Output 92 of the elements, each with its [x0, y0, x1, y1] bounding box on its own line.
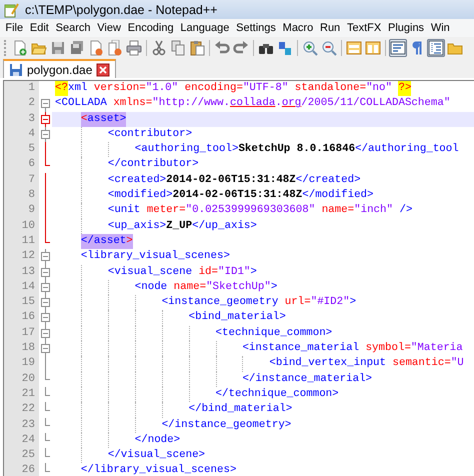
- line-number: 6: [4, 157, 39, 173]
- printer-icon[interactable]: [126, 40, 142, 56]
- code-line: <bind_material>: [52, 310, 474, 326]
- line-number: 13: [4, 264, 39, 280]
- line-number: 3: [4, 112, 39, 127]
- code-line: </instance_geometry>: [52, 418, 474, 433]
- code-line: <?xml version="1.0" encoding="UTF-8" standalone="no" ?>: [52, 81, 474, 96]
- code-line: </technique_common>: [52, 386, 474, 402]
- code-line: </asset>: [52, 234, 474, 250]
- line-number: 7: [4, 172, 39, 188]
- copy-icon[interactable]: [170, 40, 186, 56]
- code-line: <node name="SketchUp">: [52, 280, 474, 296]
- code-line: <bind_vertex_input semantic="U: [52, 356, 474, 372]
- split-window-icon[interactable]: [346, 40, 362, 56]
- file-tab[interactable]: polygon.dae: [3, 59, 116, 78]
- menu-item[interactable]: Win: [427, 22, 454, 34]
- window-title: c:\TEMP\polygon.dae - Notepad++: [25, 2, 218, 16]
- code-line: <instance_geometry url="#ID2">: [52, 295, 474, 310]
- line-number: 18: [4, 341, 39, 356]
- save-icon[interactable]: [50, 40, 66, 56]
- collapse-icon[interactable]: [41, 268, 50, 277]
- split-window-icon[interactable]: [365, 40, 381, 56]
- line-number: 26: [4, 463, 39, 476]
- menu-item[interactable]: View: [94, 22, 124, 34]
- menu-item[interactable]: Language: [177, 22, 233, 34]
- code-line: </bind_material>: [52, 402, 474, 418]
- code-line: <instance_material symbol="Materia: [52, 341, 474, 356]
- collapse-icon[interactable]: [41, 344, 50, 354]
- line-number: 20: [4, 372, 39, 387]
- code-line: </contributor>: [52, 157, 474, 173]
- menu-item[interactable]: Run: [316, 22, 344, 34]
- code-line: <contributor>: [52, 126, 474, 142]
- line-number: 16: [4, 310, 39, 326]
- line-number: 23: [4, 418, 39, 433]
- code-line: <technique_common>: [52, 326, 474, 342]
- line-number: 11: [4, 234, 39, 250]
- line-number: 10: [4, 218, 39, 234]
- line-number: 22: [4, 402, 39, 418]
- line-number: 21: [4, 386, 39, 402]
- save-all-icon[interactable]: [69, 40, 85, 56]
- code-line: </library_visual_scenes>: [80, 463, 238, 476]
- collapse-icon[interactable]: [41, 328, 50, 338]
- code-line: <created>2014-02-06T15:31:48Z</created>: [52, 172, 474, 188]
- line-number: 15: [4, 295, 39, 310]
- line-number: 2: [4, 96, 39, 112]
- collapse-icon[interactable]: [41, 130, 50, 139]
- line-number: 24: [4, 432, 39, 448]
- wrap-lines-icon[interactable]: [390, 40, 406, 56]
- line-number: 4: [4, 126, 39, 142]
- redo-icon[interactable]: [233, 40, 249, 56]
- code-line: </visual_scene>: [52, 448, 474, 464]
- line-number: 5: [4, 142, 39, 158]
- indent-guide-icon[interactable]: [428, 40, 444, 56]
- menu-item[interactable]: TextFX: [344, 22, 385, 34]
- menu-item[interactable]: Edit: [26, 22, 52, 34]
- line-number: 1: [4, 81, 39, 96]
- replace-icon[interactable]: [277, 40, 293, 56]
- line-number: 8: [4, 188, 39, 204]
- line-number: 14: [4, 280, 39, 296]
- close-icon[interactable]: [95, 62, 112, 78]
- line-number: 19: [4, 356, 39, 372]
- code-line: </instance_material>: [52, 372, 474, 387]
- menu-item[interactable]: Settings: [232, 22, 280, 34]
- menu-item[interactable]: Plugins: [384, 22, 428, 34]
- zoom-in-icon[interactable]: [302, 40, 318, 56]
- code-line: </node>: [52, 432, 474, 448]
- collapse-icon[interactable]: [41, 114, 50, 124]
- code-line: <unit meter="0.0253999969303608" name="inch" />: [52, 203, 474, 219]
- collapse-icon[interactable]: [41, 252, 50, 262]
- collapse-icon[interactable]: [41, 313, 50, 322]
- code-line: <modified>2014-02-06T15:31:48Z</modified>: [52, 188, 474, 204]
- code-line: <authoring_tool>SketchUp 8.0.16846</authoring_tool: [52, 142, 474, 158]
- collapse-icon[interactable]: [41, 298, 50, 308]
- line-number: 17: [4, 326, 39, 342]
- scissors-icon[interactable]: [151, 40, 167, 56]
- close-file-icon[interactable]: [88, 40, 104, 56]
- paste-icon[interactable]: [189, 40, 205, 56]
- menu-item[interactable]: File: [2, 22, 27, 34]
- new-file-icon[interactable]: [12, 40, 28, 56]
- collapse-icon[interactable]: [41, 282, 50, 292]
- close-all-icon[interactable]: [107, 40, 123, 56]
- menu-item[interactable]: Encoding: [124, 22, 177, 34]
- undo-icon[interactable]: [214, 40, 230, 56]
- code-line: <visual_scene id="ID1">: [52, 264, 474, 280]
- line-number: 25: [4, 448, 39, 464]
- collapse-icon[interactable]: [41, 99, 50, 108]
- menu-item[interactable]: Macro: [279, 22, 317, 34]
- zoom-out-icon[interactable]: [321, 40, 337, 56]
- line-number: 9: [4, 203, 39, 219]
- menu-item[interactable]: Search: [52, 22, 94, 34]
- line-number: 12: [4, 249, 39, 265]
- code-line: <library_visual_scenes>: [80, 249, 231, 264]
